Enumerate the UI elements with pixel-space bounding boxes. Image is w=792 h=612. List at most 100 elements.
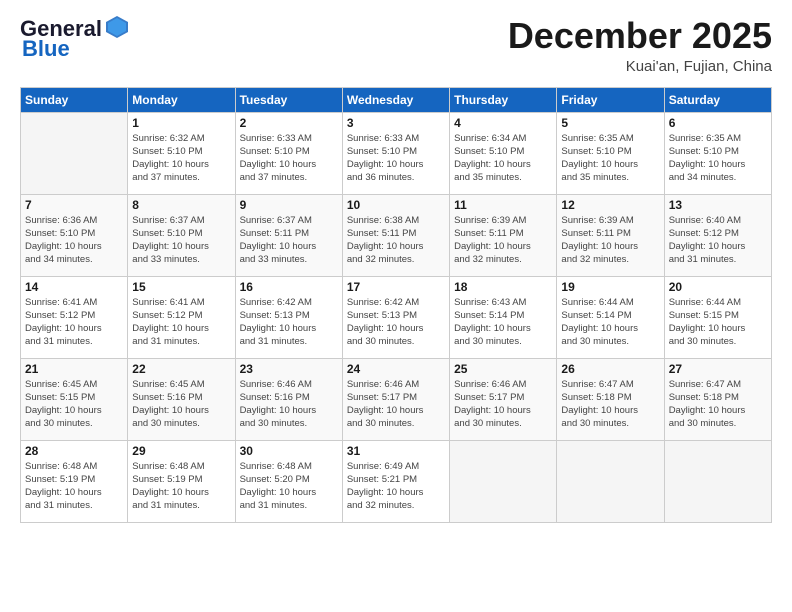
day-number: 29 [132,444,230,458]
day-number: 1 [132,116,230,130]
day-info: Sunrise: 6:39 AMSunset: 5:11 PMDaylight:… [454,214,552,267]
calendar-cell: 10 Sunrise: 6:38 AMSunset: 5:11 PMDayligh… [342,194,449,276]
calendar-cell: 3Sunrise: 6:33 AMSunset: 5:10 PMDaylight… [342,112,449,194]
calendar-cell [450,440,557,522]
calendar-cell: 4Sunrise: 6:34 AMSunset: 5:10 PMDaylight… [450,112,557,194]
day-number: 21 [25,362,123,376]
calendar-cell [664,440,771,522]
calendar-cell: 25 Sunrise: 6:46 AMSunset: 5:17 PMDayligh… [450,358,557,440]
day-info: Sunrise: 6:45 AMSunset: 5:16 PMDaylight:… [132,378,230,431]
calendar-cell: 17Sunrise: 6:42 AMSunset: 5:13 PMDayligh… [342,276,449,358]
calendar-cell: 21 Sunrise: 6:45 AMSunset: 5:15 PMDayligh… [21,358,128,440]
header-thursday: Thursday [450,87,557,112]
calendar-cell: 16 Sunrise: 6:42 AMSunset: 5:13 PMDayligh… [235,276,342,358]
calendar-cell: 18 Sunrise: 6:43 AMSunset: 5:14 PMDayligh… [450,276,557,358]
header-saturday: Saturday [664,87,771,112]
day-info: Sunrise: 6:37 AMSunset: 5:11 PMDaylight:… [240,214,338,267]
day-info: Sunrise: 6:42 AMSunset: 5:13 PMDaylight:… [240,296,338,349]
day-number: 30 [240,444,338,458]
day-info: Sunrise: 6:44 AMSunset: 5:15 PMDaylight:… [669,296,767,349]
day-number: 20 [669,280,767,294]
day-info: Sunrise: 6:47 AMSunset: 5:18 PMDaylight:… [669,378,767,431]
day-info: Sunrise: 6:48 AMSunset: 5:19 PMDaylight:… [25,460,123,513]
day-info: Sunrise: 6:32 AMSunset: 5:10 PMDaylight:… [132,132,230,185]
calendar-cell: 22Sunrise: 6:45 AMSunset: 5:16 PMDayligh… [128,358,235,440]
day-number: 24 [347,362,445,376]
day-info: Sunrise: 6:36 AMSunset: 5:10 PMDaylight:… [25,214,123,267]
day-number: 14 [25,280,123,294]
day-number: 9 [240,198,338,212]
day-number: 4 [454,116,552,130]
day-number: 28 [25,444,123,458]
day-info: Sunrise: 6:43 AMSunset: 5:14 PMDaylight:… [454,296,552,349]
day-number: 6 [669,116,767,130]
calendar-cell: 5 Sunrise: 6:35 AMSunset: 5:10 PMDaylight… [557,112,664,194]
header-sunday: Sunday [21,87,128,112]
calendar-week-2: 14Sunrise: 6:41 AMSunset: 5:12 PMDayligh… [21,276,772,358]
calendar-cell: 31Sunrise: 6:49 AMSunset: 5:21 PMDayligh… [342,440,449,522]
day-number: 23 [240,362,338,376]
day-info: Sunrise: 6:45 AMSunset: 5:15 PMDaylight:… [25,378,123,431]
logo: General Blue [20,16,130,62]
logo-blue-text: Blue [22,36,130,62]
calendar-cell: 29 Sunrise: 6:48 AMSunset: 5:19 PMDayligh… [128,440,235,522]
calendar-cell: 12 Sunrise: 6:39 AMSunset: 5:11 PMDayligh… [557,194,664,276]
calendar-cell: 20 Sunrise: 6:44 AMSunset: 5:15 PMDayligh… [664,276,771,358]
calendar-cell [557,440,664,522]
header-row: Sunday Monday Tuesday Wednesday Thursday… [21,87,772,112]
day-info: Sunrise: 6:35 AMSunset: 5:10 PMDaylight:… [561,132,659,185]
day-info: Sunrise: 6:46 AMSunset: 5:16 PMDaylight:… [240,378,338,431]
day-info: Sunrise: 6:39 AMSunset: 5:11 PMDaylight:… [561,214,659,267]
day-number: 27 [669,362,767,376]
day-info: Sunrise: 6:46 AMSunset: 5:17 PMDaylight:… [347,378,445,431]
day-number: 17 [347,280,445,294]
title-block: December 2025 Kuai'an, Fujian, China [508,16,772,75]
header-wednesday: Wednesday [342,87,449,112]
day-info: Sunrise: 6:35 AMSunset: 5:10 PMDaylight:… [669,132,767,185]
calendar-cell: 1 Sunrise: 6:32 AMSunset: 5:10 PMDaylight… [128,112,235,194]
day-info: Sunrise: 6:47 AMSunset: 5:18 PMDaylight:… [561,378,659,431]
calendar-cell: 19Sunrise: 6:44 AMSunset: 5:14 PMDayligh… [557,276,664,358]
header: General Blue December 2025 Kuai'an, Fuji… [20,16,772,75]
calendar-cell: 9 Sunrise: 6:37 AMSunset: 5:11 PMDaylight… [235,194,342,276]
page-container: General Blue December 2025 Kuai'an, Fuji… [0,0,792,533]
day-info: Sunrise: 6:33 AMSunset: 5:10 PMDaylight:… [347,132,445,185]
day-info: Sunrise: 6:46 AMSunset: 5:17 PMDaylight:… [454,378,552,431]
day-number: 26 [561,362,659,376]
calendar-header: Sunday Monday Tuesday Wednesday Thursday… [21,87,772,112]
calendar-table: Sunday Monday Tuesday Wednesday Thursday… [20,87,772,523]
calendar-week-3: 21 Sunrise: 6:45 AMSunset: 5:15 PMDayligh… [21,358,772,440]
calendar-cell: 2 Sunrise: 6:33 AMSunset: 5:10 PMDaylight… [235,112,342,194]
calendar-cell: 7 Sunrise: 6:36 AMSunset: 5:10 PMDaylight… [21,194,128,276]
calendar-cell: 14Sunrise: 6:41 AMSunset: 5:12 PMDayligh… [21,276,128,358]
calendar-week-1: 7 Sunrise: 6:36 AMSunset: 5:10 PMDaylight… [21,194,772,276]
day-info: Sunrise: 6:48 AMSunset: 5:19 PMDaylight:… [132,460,230,513]
day-info: Sunrise: 6:40 AMSunset: 5:12 PMDaylight:… [669,214,767,267]
day-number: 7 [25,198,123,212]
calendar-cell: 28 Sunrise: 6:48 AMSunset: 5:19 PMDayligh… [21,440,128,522]
calendar-cell: 30 Sunrise: 6:48 AMSunset: 5:20 PMDayligh… [235,440,342,522]
day-number: 5 [561,116,659,130]
calendar-cell: 11 Sunrise: 6:39 AMSunset: 5:11 PMDayligh… [450,194,557,276]
day-number: 11 [454,198,552,212]
header-monday: Monday [128,87,235,112]
day-number: 10 [347,198,445,212]
day-number: 13 [669,198,767,212]
calendar-week-4: 28 Sunrise: 6:48 AMSunset: 5:19 PMDayligh… [21,440,772,522]
day-info: Sunrise: 6:33 AMSunset: 5:10 PMDaylight:… [240,132,338,185]
day-number: 16 [240,280,338,294]
calendar-cell: 6 Sunrise: 6:35 AMSunset: 5:10 PMDaylight… [664,112,771,194]
calendar-cell: 27 Sunrise: 6:47 AMSunset: 5:18 PMDayligh… [664,358,771,440]
day-number: 2 [240,116,338,130]
calendar-cell: 13 Sunrise: 6:40 AMSunset: 5:12 PMDayligh… [664,194,771,276]
day-info: Sunrise: 6:37 AMSunset: 5:10 PMDaylight:… [132,214,230,267]
day-number: 8 [132,198,230,212]
day-number: 12 [561,198,659,212]
day-number: 25 [454,362,552,376]
day-info: Sunrise: 6:49 AMSunset: 5:21 PMDaylight:… [347,460,445,513]
header-friday: Friday [557,87,664,112]
header-tuesday: Tuesday [235,87,342,112]
day-info: Sunrise: 6:38 AMSunset: 5:11 PMDaylight:… [347,214,445,267]
day-number: 18 [454,280,552,294]
day-info: Sunrise: 6:48 AMSunset: 5:20 PMDaylight:… [240,460,338,513]
